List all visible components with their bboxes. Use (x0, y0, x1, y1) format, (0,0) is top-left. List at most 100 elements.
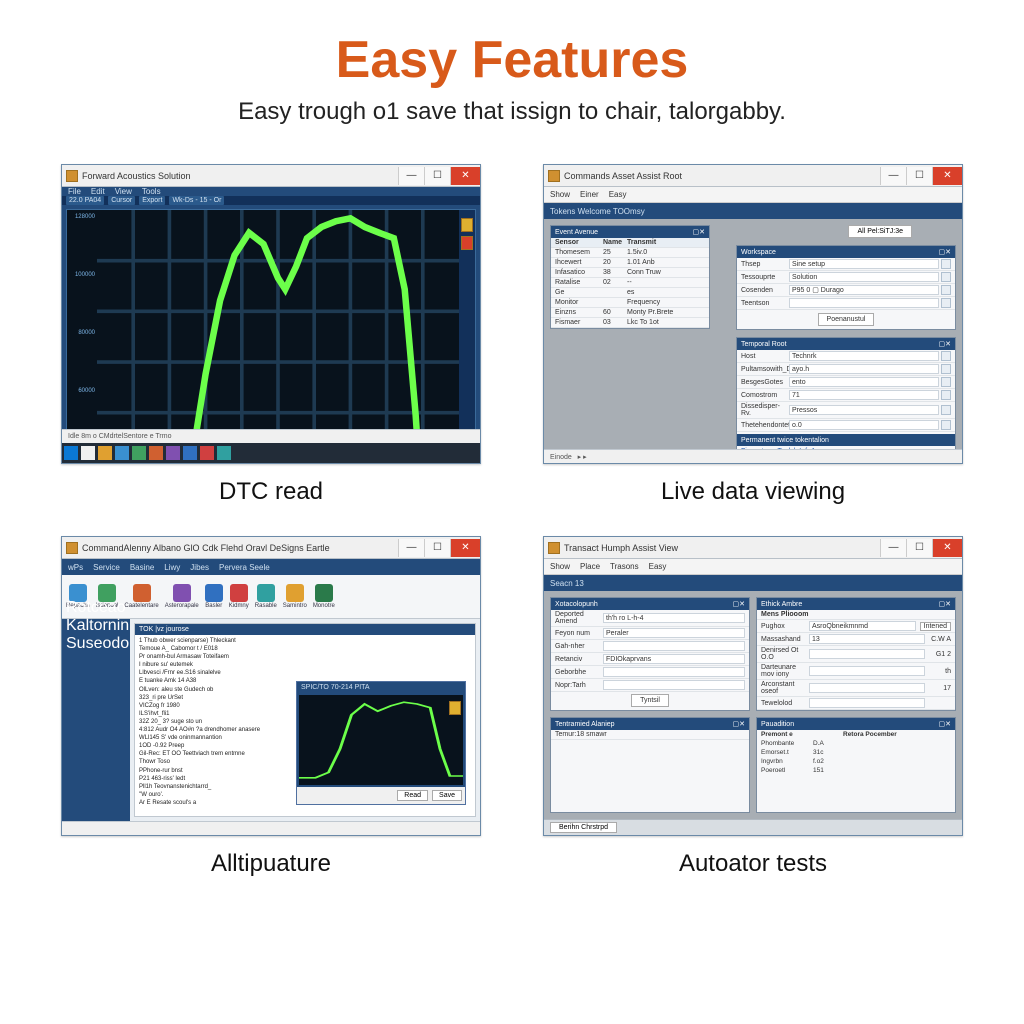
menu-item[interactable]: Show (550, 562, 570, 571)
bottom-button[interactable]: Berihn Chrstrpd (550, 822, 617, 833)
titlebar[interactable]: Forward Acoustics Solution — ☐ ✕ (62, 165, 480, 187)
table-row[interactable]: Infasatico38Conn Truw (551, 268, 709, 278)
left-nav-panel[interactable]: Rotceao Kaltornin Suseodo (62, 619, 130, 821)
modal-read-button[interactable]: Read (397, 790, 428, 801)
close-button[interactable]: ✕ (932, 539, 962, 557)
os-taskbar[interactable] (62, 443, 480, 463)
scope-modal[interactable]: SPIC/TO 70-214 PITA Read Save (296, 681, 466, 805)
menubar[interactable]: Show Einer Easy (544, 187, 962, 203)
panel-header[interactable]: Workspace ▢✕ (737, 246, 955, 258)
table-row[interactable]: Gees (551, 288, 709, 298)
input-field[interactable]: Solution (789, 272, 939, 282)
maximize-button[interactable]: ☐ (424, 539, 450, 557)
input-field[interactable] (809, 649, 925, 659)
minimize-button[interactable]: — (398, 539, 424, 557)
scope-plot-area[interactable]: 128000 100000 80000 60000 40000 20000 0 (66, 209, 476, 429)
tab[interactable]: Basine (130, 563, 154, 572)
ribbon-button[interactable]: Kidmny (229, 584, 249, 609)
ribbon-button[interactable]: Asterorapale (165, 584, 199, 609)
dropdown-icon[interactable] (941, 377, 951, 387)
scope-toolbar[interactable]: 22.0 PA04 Cursor Export Wk-Ds - 15 - Or (62, 196, 480, 205)
panel-header[interactable]: Event Avenue ▢✕ (551, 226, 709, 238)
menubar[interactable]: Show Place Trasons Easy (544, 559, 962, 575)
tab[interactable]: Seacn 13 (550, 579, 584, 588)
menu-item[interactable]: Easy (609, 190, 627, 199)
panel-close-icon[interactable]: ▢✕ (939, 340, 951, 348)
panel-close-icon[interactable]: ▢✕ (939, 248, 951, 256)
input-field[interactable] (789, 298, 939, 308)
tab[interactable]: Jibes (190, 563, 209, 572)
task-icon[interactable] (115, 446, 129, 460)
start-icon[interactable] (64, 446, 78, 460)
dropdown-icon[interactable] (941, 285, 951, 295)
dropdown-icon[interactable] (941, 420, 951, 430)
titlebar[interactable]: Commands Asset Assist Root — ☐ ✕ (544, 165, 962, 187)
input-field[interactable]: Sine setup (789, 259, 939, 269)
task-icon[interactable] (132, 446, 146, 460)
modal-save-button[interactable]: Save (432, 790, 462, 801)
titlebar[interactable]: CommandAlenny Albano GlO Cdk Flehd Oravl… (62, 537, 480, 559)
maximize-button[interactable]: ☐ (906, 539, 932, 557)
dropdown-icon[interactable] (941, 298, 951, 308)
input-field[interactable] (809, 698, 925, 708)
apply-button[interactable]: Poenanustul (818, 313, 875, 326)
menu-item[interactable]: Trasons (610, 562, 639, 571)
log-tab[interactable]: TOK |vz jourose (135, 624, 475, 635)
menu-item[interactable]: Tools (142, 187, 161, 196)
submit-button[interactable]: Tyntsil (631, 694, 669, 707)
dropdown-icon[interactable] (941, 364, 951, 374)
task-icon[interactable] (81, 446, 95, 460)
tab-strip[interactable]: Seacn 13 (544, 575, 962, 591)
input-field[interactable] (603, 641, 745, 651)
table-row[interactable]: MonitorFrequency (551, 298, 709, 308)
tab[interactable]: Tokens Welcome TOOmsy (550, 207, 645, 216)
panel-close-icon[interactable]: ▢✕ (939, 720, 951, 728)
tab[interactable]: Service (93, 563, 120, 572)
input-field[interactable]: FDIOkaprvans (603, 654, 745, 664)
menu-item[interactable]: View (115, 187, 132, 196)
input-field[interactable] (603, 667, 745, 677)
ribbon-button[interactable]: Rasable (255, 584, 277, 609)
input-field[interactable]: ento (789, 377, 939, 387)
input-field[interactable] (809, 666, 925, 676)
task-icon[interactable] (98, 446, 112, 460)
tab[interactable]: Liwy (164, 563, 180, 572)
marker-icon[interactable] (461, 218, 473, 232)
table-row[interactable]: Fismaer03Lkc To 1ot (551, 318, 709, 328)
input-field[interactable]: 13 (809, 634, 925, 644)
dropdown-icon[interactable] (941, 259, 951, 269)
input-field[interactable]: AsroQbneikmnmd (809, 621, 916, 631)
table-row[interactable]: Ratalise02-- (551, 278, 709, 288)
panel-close-icon[interactable]: ▢✕ (733, 600, 745, 608)
panel-close-icon[interactable]: ▢✕ (939, 600, 951, 608)
table-row[interactable]: Einzns60Monty Pr.Brete (551, 308, 709, 318)
input-field[interactable]: Pressos (789, 405, 939, 415)
panel-close-icon[interactable]: ▢✕ (693, 228, 705, 236)
minimize-button[interactable]: — (398, 167, 424, 185)
titlebar[interactable]: Transact Humph Assist View — ☐ ✕ (544, 537, 962, 559)
close-button[interactable]: ✕ (932, 167, 962, 185)
panel-header[interactable]: Temporal Root ▢✕ (737, 338, 955, 350)
dropdown-icon[interactable] (941, 351, 951, 361)
maximize-button[interactable]: ☐ (424, 167, 450, 185)
menu-item[interactable]: Place (580, 562, 600, 571)
scope-plot[interactable] (97, 210, 459, 429)
input-field[interactable]: P95 0 ▢ Durago (789, 285, 939, 295)
tab-strip[interactable]: wPs Service Basine Liwy Jibes Pervera Se… (62, 559, 480, 575)
footer-link[interactable]: Finsecture: Tealck InfoAres (737, 446, 955, 449)
input-field[interactable]: Technrk (789, 351, 939, 361)
menu-item[interactable]: Einer (580, 190, 599, 199)
menu-item[interactable]: File (68, 187, 81, 196)
toolbar-item[interactable]: 22.0 PA04 (66, 196, 104, 205)
close-button[interactable]: ✕ (450, 167, 480, 185)
input-field[interactable] (603, 680, 745, 690)
input-field[interactable]: ayo.h (789, 364, 939, 374)
menubar[interactable]: File Edit View Tools (62, 187, 480, 196)
input-field[interactable]: th'h ro L-h-4 (603, 613, 745, 623)
minimize-button[interactable]: — (880, 539, 906, 557)
task-icon[interactable] (183, 446, 197, 460)
input-field[interactable]: Peraler (603, 628, 745, 638)
input-field[interactable] (809, 683, 925, 693)
task-icon[interactable] (200, 446, 214, 460)
input-field[interactable]: o.0 (789, 420, 939, 430)
